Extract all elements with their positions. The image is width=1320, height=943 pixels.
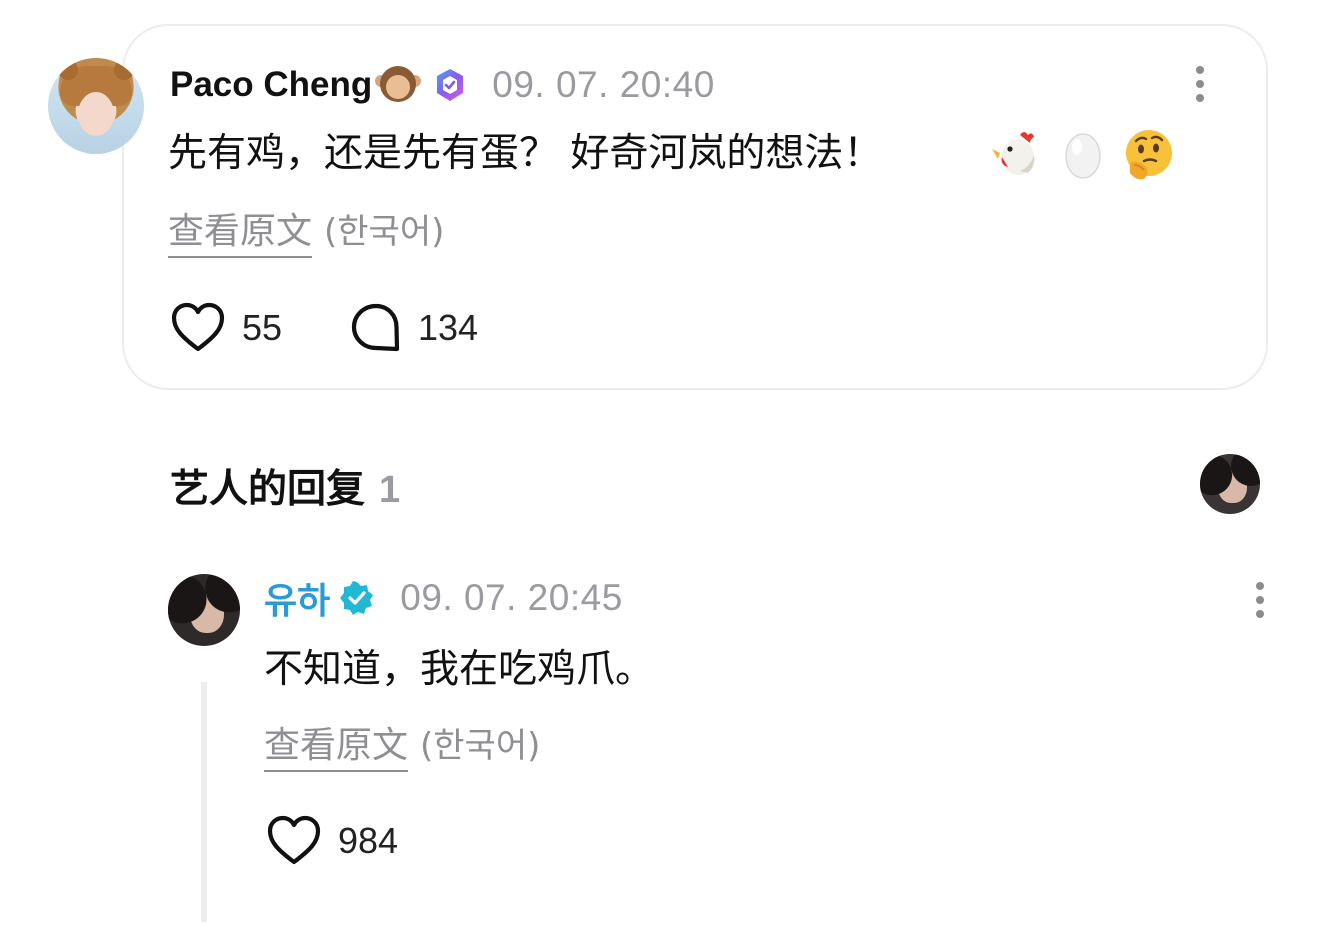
heart-icon: [267, 815, 321, 865]
post-emojis: [990, 126, 1176, 182]
post-view-original-link[interactable]: 查看原文: [168, 202, 313, 258]
post-comment-count: 134: [418, 307, 479, 348]
comment-thread-page: Paco Cheng 09. 07. 20:40 先有鸡，还是先有蛋？ 好奇河岚…: [0, 0, 1320, 943]
reply-original-language: (한국어): [420, 726, 541, 766]
artist-avatar-small[interactable]: [1200, 454, 1260, 514]
chicken-emoji-icon: [992, 132, 1035, 175]
post-author-avatar[interactable]: [48, 58, 144, 154]
reply-view-original-link[interactable]: 查看原文: [264, 716, 409, 772]
reply-author-avatar[interactable]: [168, 574, 240, 646]
artist-replies-count: 1: [379, 469, 401, 511]
reply-timestamp: 09. 07. 20:45: [400, 577, 623, 618]
reply-translate-row: 查看原文 (한국어): [264, 716, 540, 772]
post-author-row: Paco Cheng 09. 07. 20:40: [170, 60, 715, 110]
reply-author-name[interactable]: 유하: [264, 572, 330, 624]
post-text: 先有鸡，还是先有蛋？ 好奇河岚的想法！: [168, 131, 883, 176]
monkey-face-emoji-icon: [374, 63, 422, 107]
egg-emoji-icon: [1065, 133, 1101, 179]
artist-replies-header: 艺人的回复 1: [170, 458, 400, 514]
reply-text: 不知道，我在吃鸡爪。: [264, 647, 655, 692]
post-translate-row: 查看原文 (한국어): [168, 202, 444, 258]
post-comment-button[interactable]: 134: [350, 302, 478, 354]
comment-bubble-icon: [351, 303, 400, 352]
post-like-button[interactable]: 55: [170, 302, 282, 354]
reply-like-button[interactable]: 984: [266, 815, 398, 867]
thread-line: [201, 682, 207, 922]
reply-author-row: 유하 09. 07. 20:45: [264, 574, 623, 622]
post-timestamp: 09. 07. 20:40: [492, 64, 715, 105]
post-original-language: (한국어): [324, 212, 445, 252]
artist-replies-title: 艺人的回复: [170, 467, 366, 512]
purple-check-badge-icon: [437, 69, 464, 101]
post-more-options-icon[interactable]: [1190, 64, 1210, 104]
reply-like-count: 984: [338, 820, 399, 861]
post-like-count: 55: [242, 307, 283, 348]
heart-icon: [171, 302, 225, 352]
thinking-face-emoji-icon: [1126, 130, 1172, 180]
post-author-name[interactable]: Paco Cheng: [170, 65, 372, 105]
reply-more-options-icon[interactable]: [1250, 580, 1270, 620]
teal-verified-badge-icon: [340, 581, 374, 615]
